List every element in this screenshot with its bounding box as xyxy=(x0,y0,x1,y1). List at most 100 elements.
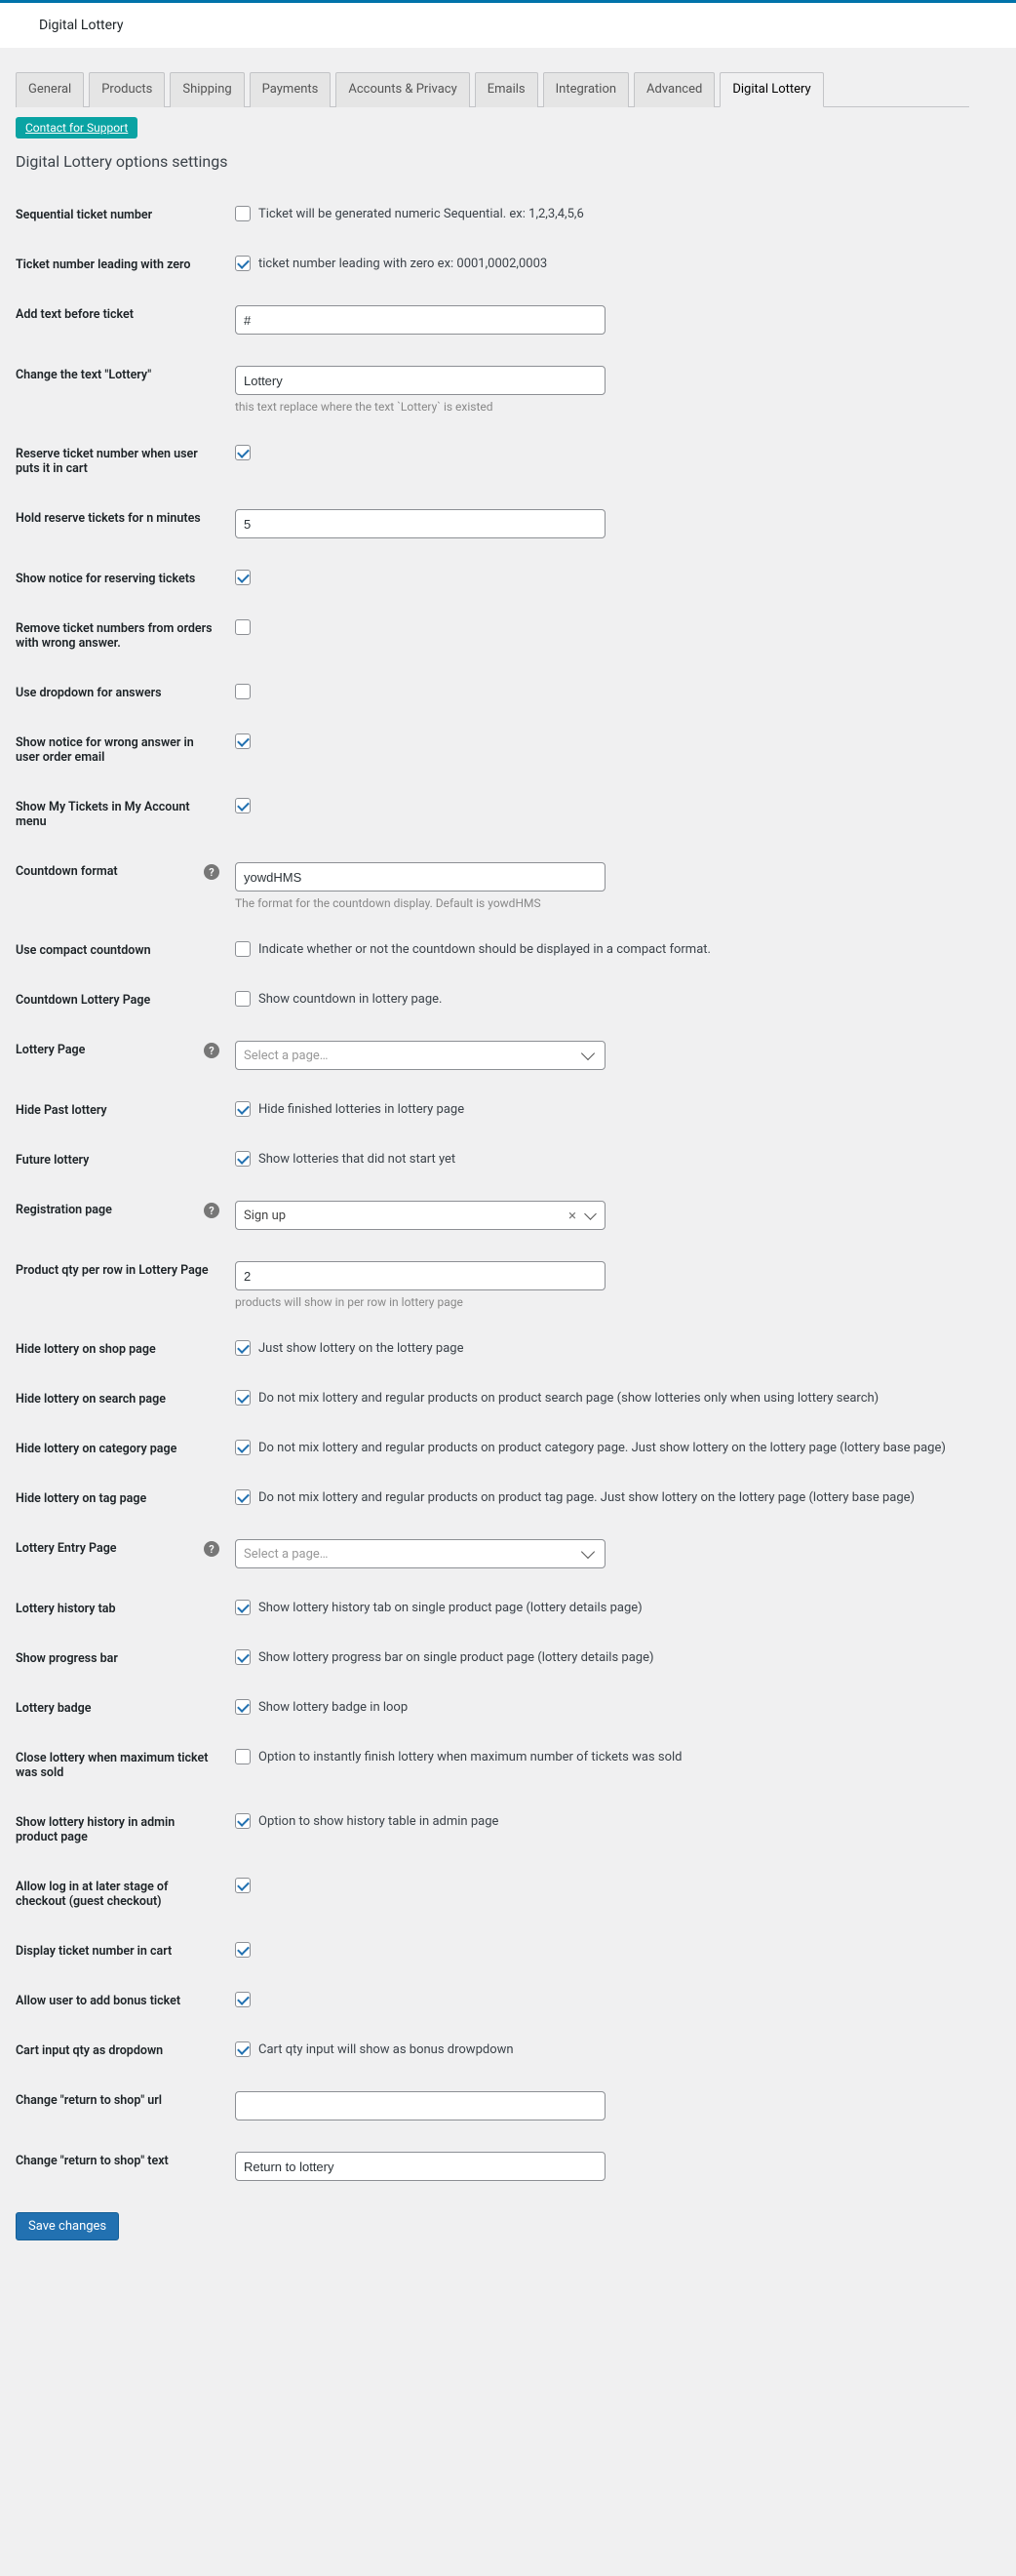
my_tickets-checkbox[interactable] xyxy=(235,798,251,813)
compact_cd-label: Use compact countdown xyxy=(16,943,151,958)
reg_page-clear-icon[interactable]: × xyxy=(568,1209,576,1223)
cart_qty_dd-checkbox[interactable] xyxy=(235,2041,251,2057)
tab-general[interactable]: General xyxy=(16,72,84,107)
tab-accounts-privacy[interactable]: Accounts & Privacy xyxy=(335,72,469,107)
reserve_cart-label: Reserve ticket number when user puts it … xyxy=(16,447,219,476)
hide_tag-checkbox[interactable] xyxy=(235,1489,251,1505)
section-title: Digital Lottery options settings xyxy=(16,152,969,171)
chevron-down-icon xyxy=(581,1047,595,1060)
reserve_cart-checkbox[interactable] xyxy=(235,445,251,460)
future_lottery-description: Show lotteries that did not start yet xyxy=(258,1151,455,1168)
notice_reserve-checkbox[interactable] xyxy=(235,570,251,585)
display_cart-label: Display ticket number in cart xyxy=(16,1944,172,1959)
reg_page-help-icon[interactable]: ? xyxy=(204,1203,219,1218)
entry_page-label: Lottery Entry Page xyxy=(16,1541,117,1556)
reg_page-label: Registration page xyxy=(16,1203,112,1217)
dropdown_ans-label: Use dropdown for answers xyxy=(16,686,162,700)
hide_shop-description: Just show lottery on the lottery page xyxy=(258,1340,463,1357)
return_url-input[interactable] xyxy=(235,2091,606,2120)
hide_past-checkbox[interactable] xyxy=(235,1101,251,1117)
entry_page-placeholder: Select a page… xyxy=(244,1547,329,1562)
return_text-input[interactable] xyxy=(235,2152,606,2181)
leading_zero-checkbox[interactable] xyxy=(235,256,251,271)
countdown_fmt-help-icon[interactable]: ? xyxy=(204,864,219,880)
hide_past-description: Hide finished lotteries in lottery page xyxy=(258,1101,464,1118)
save-button[interactable]: Save changes xyxy=(16,2212,119,2240)
hide_search-checkbox[interactable] xyxy=(235,1390,251,1406)
hold_minutes-label: Hold reserve tickets for n minutes xyxy=(16,511,201,526)
cd_lottery_page-checkbox[interactable] xyxy=(235,991,251,1007)
tab-shipping[interactable]: Shipping xyxy=(170,72,244,107)
badge-label: Lottery badge xyxy=(16,1701,92,1716)
entry_page-select[interactable]: Select a page… xyxy=(235,1539,606,1568)
leading_zero-label: Ticket number leading with zero xyxy=(16,258,190,272)
hide_search-description: Do not mix lottery and regular products … xyxy=(258,1390,879,1407)
seq_ticket-description: Ticket will be generated numeric Sequent… xyxy=(258,206,584,222)
seq_ticket-label: Sequential ticket number xyxy=(16,208,152,222)
contact-support-button[interactable]: Contact for Support xyxy=(16,117,137,139)
tab-payments[interactable]: Payments xyxy=(250,72,332,107)
progress_bar-checkbox[interactable] xyxy=(235,1649,251,1665)
cart_qty_dd-description: Cart qty input will show as bonus drowpd… xyxy=(258,2041,514,2058)
before_text-input[interactable] xyxy=(235,305,606,335)
allow_login-label: Allow log in at later stage of checkout … xyxy=(16,1880,219,1909)
allow_bonus-checkbox[interactable] xyxy=(235,1992,251,2007)
tab-integration[interactable]: Integration xyxy=(543,72,629,107)
history_admin-label: Show lottery history in admin product pa… xyxy=(16,1815,219,1844)
remove_wrong-checkbox[interactable] xyxy=(235,619,251,635)
future_lottery-label: Future lottery xyxy=(16,1153,89,1168)
dropdown_ans-checkbox[interactable] xyxy=(235,684,251,699)
history_tab-checkbox[interactable] xyxy=(235,1600,251,1615)
reg_page-select[interactable]: Sign up × xyxy=(235,1201,606,1230)
qty_per_row-input[interactable] xyxy=(235,1261,606,1290)
close_max-checkbox[interactable] xyxy=(235,1749,251,1764)
compact_cd-description: Indicate whether or not the countdown sh… xyxy=(258,941,711,958)
entry_page-help-icon[interactable]: ? xyxy=(204,1541,219,1557)
lottery_page-select[interactable]: Select a page… xyxy=(235,1041,606,1070)
hide_category-checkbox[interactable] xyxy=(235,1440,251,1455)
history_admin-checkbox[interactable] xyxy=(235,1813,251,1829)
reg_page-selected-value: Sign up xyxy=(244,1209,286,1223)
progress_bar-description: Show lottery progress bar on single prod… xyxy=(258,1649,654,1666)
lottery_page-help-icon[interactable]: ? xyxy=(204,1043,219,1058)
allow_login-checkbox[interactable] xyxy=(235,1878,251,1893)
future_lottery-checkbox[interactable] xyxy=(235,1151,251,1167)
hide_past-label: Hide Past lottery xyxy=(16,1103,107,1118)
tab-emails[interactable]: Emails xyxy=(475,72,538,107)
countdown_fmt-input[interactable] xyxy=(235,862,606,892)
chevron-down-icon xyxy=(584,1208,597,1220)
hide_shop-checkbox[interactable] xyxy=(235,1340,251,1356)
leading_zero-description: ticket number leading with zero ex: 0001… xyxy=(258,256,547,272)
page-header: Digital Lottery xyxy=(0,3,1016,48)
change_lottery-input[interactable] xyxy=(235,366,606,395)
history_tab-label: Lottery history tab xyxy=(16,1602,116,1616)
close_max-label: Close lottery when maximum ticket was so… xyxy=(16,1751,219,1780)
chevron-down-icon xyxy=(581,1545,595,1559)
hide_shop-label: Hide lottery on shop page xyxy=(16,1342,156,1357)
tab-products[interactable]: Products xyxy=(89,72,165,107)
change_lottery-hint: this text replace where the text `Lotter… xyxy=(235,400,969,414)
my_tickets-label: Show My Tickets in My Account menu xyxy=(16,800,219,829)
hide_search-label: Hide lottery on search page xyxy=(16,1392,166,1407)
notice_wrong-checkbox[interactable] xyxy=(235,733,251,749)
notice_wrong-label: Show notice for wrong answer in user ord… xyxy=(16,735,219,765)
before_text-label: Add text before ticket xyxy=(16,307,134,322)
return_text-label: Change "return to shop" text xyxy=(16,2154,169,2168)
seq_ticket-checkbox[interactable] xyxy=(235,206,251,221)
notice_reserve-label: Show notice for reserving tickets xyxy=(16,572,195,586)
badge-description: Show lottery badge in loop xyxy=(258,1699,408,1716)
display_cart-checkbox[interactable] xyxy=(235,1942,251,1958)
cart_qty_dd-label: Cart input qty as dropdown xyxy=(16,2043,163,2058)
hide_tag-description: Do not mix lottery and regular products … xyxy=(258,1489,915,1506)
allow_bonus-label: Allow user to add bonus ticket xyxy=(16,1994,180,2008)
hide_category-description: Do not mix lottery and regular products … xyxy=(258,1440,946,1456)
qty_per_row-label: Product qty per row in Lottery Page xyxy=(16,1263,209,1278)
history_admin-description: Option to show history table in admin pa… xyxy=(258,1813,498,1830)
tab-digital-lottery[interactable]: Digital Lottery xyxy=(720,72,823,107)
remove_wrong-label: Remove ticket numbers from orders with w… xyxy=(16,621,219,651)
compact_cd-checkbox[interactable] xyxy=(235,941,251,957)
hold_minutes-input[interactable] xyxy=(235,509,606,538)
change_lottery-label: Change the text "Lottery" xyxy=(16,368,151,382)
badge-checkbox[interactable] xyxy=(235,1699,251,1715)
tab-advanced[interactable]: Advanced xyxy=(634,72,715,107)
